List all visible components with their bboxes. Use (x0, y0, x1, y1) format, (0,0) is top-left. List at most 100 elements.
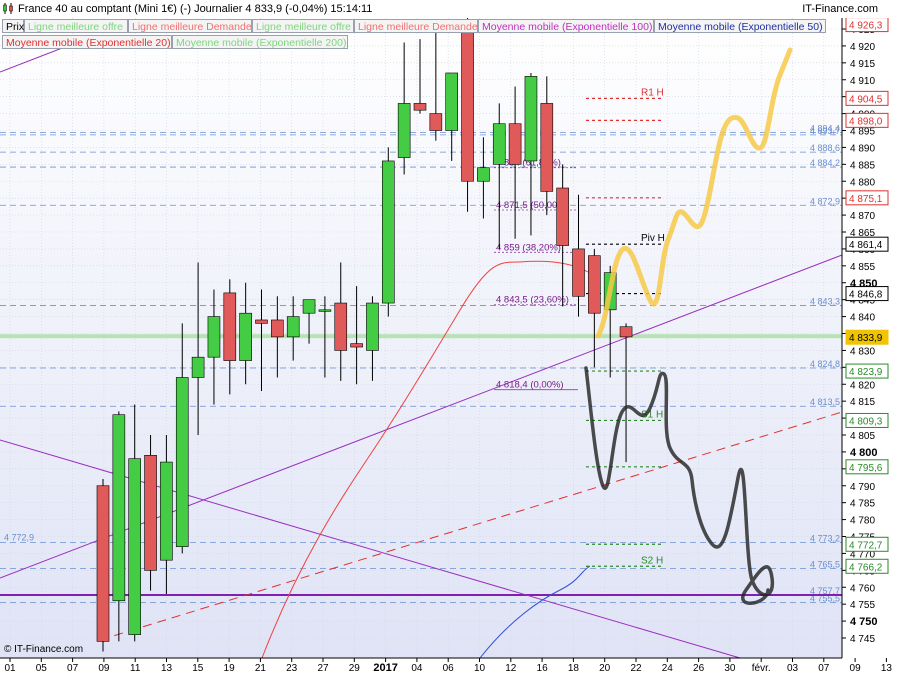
level-label: 4 893,7 (810, 126, 840, 136)
level-label: 4 813,5 (810, 397, 840, 407)
x-tick-label: 30 (724, 663, 736, 674)
y-axis-background (842, 18, 900, 658)
level-label: 4 755,5 (810, 593, 840, 603)
level-label: 4 888,6 (810, 143, 840, 153)
legend-item-ema20[interactable]: Moyenne mobile (Exponentielle 20) (2, 35, 172, 49)
ema50-line (479, 565, 591, 659)
price-tag-label: 4 898,0 (849, 116, 883, 127)
y-tick-label: 4 745 (850, 634, 875, 645)
y-tick-label: 4 840 (850, 313, 875, 324)
candle-down (508, 123, 522, 165)
y-tick-label: 4 890 (850, 143, 875, 154)
x-tick-label: 10 (474, 663, 486, 674)
legend-item-best-bid-2[interactable]: Ligne meilleure Demande (354, 19, 478, 33)
candle-up (160, 461, 173, 561)
hand-drawings (584, 47, 793, 605)
price-tag-label: 4 809,3 (849, 416, 883, 427)
x-tick-label: 05 (36, 663, 48, 674)
fibo-label: 4 884 (61,80%) (496, 158, 561, 169)
level-label: 4 765,5 (810, 560, 840, 570)
candle-up (381, 160, 395, 304)
level-label: 4 773,2 (810, 534, 840, 544)
y-axis: 4 745 4 750 4 755 4 760 4 765 4 770 4 775 4 780… (841, 17, 900, 658)
x-tick-label: 21 (255, 663, 267, 674)
candle-down (588, 255, 601, 314)
x-tick-label: 18 (568, 663, 580, 674)
candle-up (477, 167, 490, 182)
y-tick-label: 4 865 (850, 228, 875, 239)
pivot-label: S2 H (641, 555, 663, 566)
x-tick-label: 19 (224, 663, 236, 674)
legend-item-ema50[interactable]: Moyenne mobile (Exponentielle 50) (654, 19, 826, 33)
y-tick-label: 4 885 (850, 160, 875, 171)
x-tick-label: 07 (818, 663, 830, 674)
y-tick-label: 4 900 (850, 110, 875, 121)
legend-item-best-bid[interactable]: Ligne meilleure Demande (128, 19, 252, 33)
candle-down (556, 187, 569, 246)
y-tick-label: 4 820 (850, 380, 875, 391)
price-tag (845, 236, 889, 252)
candles (96, 12, 633, 652)
y-tick-label: 4 835 (850, 330, 875, 341)
x-tick-label: 12 (505, 663, 517, 674)
legend-item-best-offer[interactable]: Ligne meilleure offre (24, 19, 128, 33)
candle-up (397, 103, 411, 158)
x-tick-label: 01 (4, 663, 16, 674)
legend-item-best-offer-2[interactable]: Ligne meilleure offre (252, 19, 354, 33)
level-label: 4 843,3 (810, 296, 840, 306)
x-tick-label: 06 (443, 663, 455, 674)
copyright-label: © IT-Finance.com (4, 644, 83, 655)
candle-up (524, 76, 538, 162)
legend-item-ema100[interactable]: Moyenne mobile (Exponentielle 100) (478, 19, 654, 33)
fibo-label: 4 843,5 (23,60%) (496, 295, 569, 306)
y-tick-label: 4 895 (850, 127, 875, 138)
y-tick-label: 4 810 (850, 414, 875, 425)
x-tick-label: févr. (752, 663, 771, 674)
price-chart[interactable]: 4 894,44 893,7 4 888,6 4 884,2 4 872,9 4 843… (0, 0, 900, 675)
level-label: 4 884,2 (810, 158, 840, 168)
candle-up (207, 316, 221, 358)
x-tick-label: 24 (662, 663, 674, 674)
x-tick-label: 23 (286, 663, 298, 674)
candle-down (429, 113, 443, 131)
y-tick-label: 4 760 (850, 583, 875, 594)
legend-item-ema200[interactable]: Moyenne mobile (Exponentielle 200) (172, 35, 348, 49)
price-tag (845, 558, 889, 574)
y-tick-label: 4 860 (850, 245, 875, 256)
level-lines: 4 894,44 893,7 4 888,6 4 884,2 4 872,9 4 843… (0, 124, 842, 603)
x-tick-label: 26 (693, 663, 705, 674)
level-label: 4 894,4 (810, 124, 840, 134)
legend-item-price[interactable]: Prix (2, 19, 24, 33)
x-axis-background (0, 658, 900, 675)
candle-up (318, 309, 332, 312)
trend-lines (0, 44, 843, 659)
candle-down (461, 25, 474, 182)
uptrend-line (0, 254, 843, 579)
x-tick-label: 13 (161, 663, 173, 674)
candle-up (239, 312, 252, 361)
x-axis: 01 05 07 09 11 13 15 19 21 23 27 29 2017 04 06 10 12 16 18… (0, 657, 900, 675)
moving-averages (261, 260, 591, 659)
x-tick-label: 15 (192, 663, 204, 674)
pivot-levels: R1 H Piv H S1 H S2 H (586, 87, 665, 567)
ema20-line (261, 261, 521, 659)
price-tag (845, 286, 889, 302)
price-tag-label: 4 904,5 (849, 94, 883, 105)
y-tick-label: 4 800 (850, 447, 878, 459)
x-tick-label: 2017 (373, 662, 397, 674)
price-tag-label: 4 772,7 (849, 540, 883, 551)
projected-trend-line (99, 411, 843, 641)
y-tick-label: 4 775 (850, 533, 875, 544)
y-tick-label: 4 910 (850, 76, 875, 87)
left-level-label: 4 772,9 (4, 533, 34, 543)
candle-up (366, 302, 379, 351)
y-tick-label: 4 875 (850, 194, 875, 205)
candle-up (603, 272, 617, 311)
x-tick-label: 22 (630, 663, 642, 674)
x-tick-label: 11 (130, 663, 141, 674)
y-tick-label: 4 770 (850, 549, 875, 560)
level-label: 4 757,7 (810, 586, 840, 596)
candle-down (144, 454, 157, 571)
chart-title: France 40 au comptant (Mini 1€) (-) Jour… (18, 3, 373, 15)
candle-down (413, 103, 427, 111)
